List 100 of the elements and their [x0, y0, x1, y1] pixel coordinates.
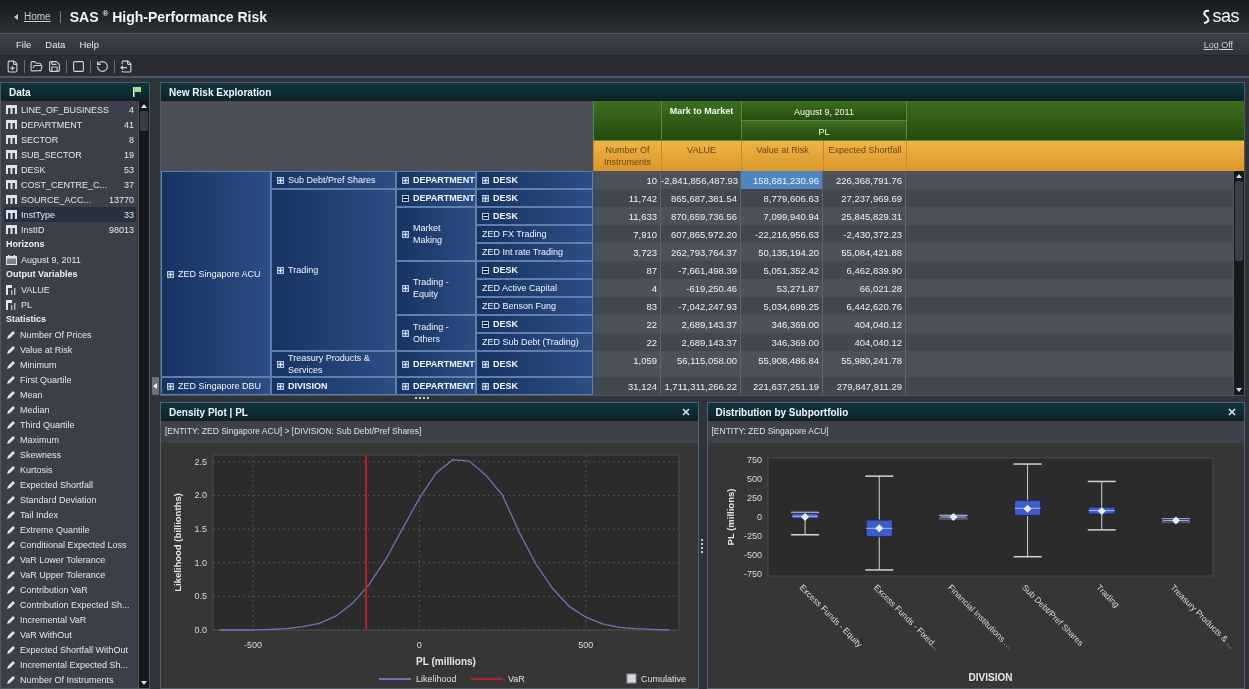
table-cell[interactable]: 2,689,143.37	[661, 333, 741, 351]
scrollbar[interactable]	[1233, 171, 1244, 395]
row-header-label[interactable]: DESK	[493, 192, 518, 204]
plus-box-icon[interactable]	[482, 360, 489, 368]
log-off-link[interactable]: Log Off	[1203, 39, 1233, 50]
field-row[interactable]: Number Of Prices	[4, 327, 136, 342]
table-cell[interactable]: 8,779,606.63	[741, 189, 823, 207]
table-cell[interactable]: 87	[593, 261, 661, 279]
field-row[interactable]: COST_CENTRE_C... 37	[4, 177, 136, 192]
minus-box-icon[interactable]	[482, 320, 489, 328]
table-cell[interactable]: 870,659,736.56	[661, 207, 741, 225]
field-row[interactable]: Expected Shortfall	[4, 477, 136, 492]
file-arrow-icon[interactable]	[120, 59, 133, 73]
row-header-label[interactable]: Trading - Others	[413, 321, 471, 345]
table-cell[interactable]: 4	[593, 279, 661, 297]
field-row[interactable]: Contribution Expected Sh...	[4, 597, 136, 612]
row-header-label[interactable]: Treasury Products & Services	[288, 352, 391, 376]
table-cell[interactable]: 5,034,699.25	[741, 297, 823, 315]
field-row[interactable]: Expected Shortfall WithOut	[4, 642, 136, 657]
field-row[interactable]: First Quartile	[4, 372, 136, 387]
field-row[interactable]: Incremental Expected Sh...	[4, 657, 136, 672]
field-row[interactable]: DESK 53	[4, 162, 136, 177]
row-header-label[interactable]: Sub Debt/Pref Shares	[288, 174, 376, 186]
field-row[interactable]: VaR Upper Tolerance	[4, 567, 136, 582]
plus-box-icon[interactable]	[402, 382, 409, 390]
row-header-label[interactable]: ZED Sub Debt (Trading)	[482, 336, 579, 348]
row-header-label[interactable]: DESK	[493, 358, 518, 370]
home-link[interactable]: Home	[24, 11, 51, 22]
field-row[interactable]: Contribution VaR	[4, 582, 136, 597]
table-cell[interactable]: 2,689,143.37	[661, 315, 741, 333]
table-cell[interactable]: 1,711,311,266.22	[661, 377, 741, 395]
row-header-label[interactable]: DEPARTMENT	[413, 174, 475, 186]
plus-box-icon[interactable]	[402, 284, 409, 292]
plus-box-icon[interactable]	[402, 360, 409, 368]
rotate-icon[interactable]	[96, 59, 109, 73]
menu-item[interactable]: Data	[45, 39, 66, 50]
scrollbar[interactable]	[138, 101, 149, 688]
table-cell[interactable]: 279,847,911.29	[823, 377, 906, 395]
table-cell[interactable]: 83	[593, 297, 661, 315]
table-cell[interactable]: 3,723	[593, 243, 661, 261]
row-header-label[interactable]: DEPARTMENT	[413, 358, 475, 370]
plus-box-icon[interactable]	[482, 382, 489, 390]
row-header-label[interactable]: ZED Active Capital	[482, 282, 558, 294]
field-row[interactable]: VaR WithOut	[4, 627, 136, 642]
plus-box-icon[interactable]	[277, 360, 284, 368]
cumulative-checkbox[interactable]: Cumulative	[626, 673, 687, 684]
row-header-label[interactable]: ZED Int rate Trading	[482, 246, 564, 258]
plus-box-icon[interactable]	[402, 176, 409, 184]
field-row[interactable]: Extreme Quantile	[4, 522, 136, 537]
column-header[interactable]: Value at Risk	[741, 141, 823, 171]
row-header-label[interactable]: DESK	[493, 174, 518, 186]
grip-icon[interactable]	[700, 538, 705, 553]
table-cell[interactable]: 346,369.00	[741, 315, 823, 333]
field-row[interactable]: SOURCE_ACC... 13770	[4, 192, 136, 207]
field-row[interactable]: Maximum	[4, 432, 136, 447]
field-row[interactable]: DEPARTMENT 41	[4, 117, 136, 132]
table-cell[interactable]: 11,633	[593, 207, 661, 225]
minus-box-icon[interactable]	[402, 194, 409, 202]
field-row[interactable]: SUB_SECTOR 19	[4, 147, 136, 162]
field-row[interactable]: LINE_OF_BUSINESS 4	[4, 102, 136, 117]
table-cell[interactable]: 5,051,352.42	[741, 261, 823, 279]
table-cell[interactable]: 11,742	[593, 189, 661, 207]
row-header-label[interactable]: ZED Singapore ACU	[178, 268, 261, 280]
field-row[interactable]: VaR Lower Tolerance	[4, 552, 136, 567]
plus-box-icon[interactable]	[277, 382, 284, 390]
table-cell[interactable]: -619,250.46	[661, 279, 741, 297]
table-cell[interactable]: 865,687,381.54	[661, 189, 741, 207]
table-cell[interactable]: 50,135,194.20	[741, 243, 823, 261]
menu-item[interactable]: Help	[79, 39, 99, 50]
table-cell[interactable]: 66,021.28	[823, 279, 906, 297]
table-cell[interactable]: 27,237,969.69	[823, 189, 906, 207]
plus-box-icon[interactable]	[277, 266, 284, 274]
table-cell[interactable]: 7,099,940.94	[741, 207, 823, 225]
table-cell[interactable]: 7,910	[593, 225, 661, 243]
row-header-label[interactable]: Trading - Equity	[413, 276, 471, 300]
field-row[interactable]: InstID 98013	[4, 222, 136, 237]
folder-icon[interactable]	[30, 59, 43, 73]
table-cell[interactable]: 262,793,764.37	[661, 243, 741, 261]
table-cell[interactable]: 221,637,251.19	[741, 377, 823, 395]
table-cell[interactable]: 53,271.87	[741, 279, 823, 297]
field-row[interactable]: Tail Index	[4, 507, 136, 522]
collapse-handle[interactable]	[151, 376, 159, 395]
table-cell[interactable]: 55,084,421.88	[823, 243, 906, 261]
field-row[interactable]: Kurtosis	[4, 462, 136, 477]
field-row[interactable]: Incremental VaR	[4, 612, 136, 627]
new-file-icon[interactable]	[6, 59, 19, 73]
menu-item[interactable]: File	[16, 39, 32, 50]
field-row[interactable]: Third Quartile	[4, 417, 136, 432]
field-row[interactable]: Minimum	[4, 357, 136, 372]
minus-box-icon[interactable]	[482, 266, 489, 274]
field-row[interactable]: VALUE	[4, 282, 136, 297]
field-row[interactable]: Standard Deviation	[4, 492, 136, 507]
field-row[interactable]: PL	[4, 297, 136, 312]
plus-box-icon[interactable]	[482, 194, 489, 202]
field-row[interactable]: Conditional Expected Loss	[4, 537, 136, 552]
field-row[interactable]: Median	[4, 402, 136, 417]
row-header-label[interactable]: ZED FX Trading	[482, 228, 547, 240]
table-cell[interactable]: 158,681,230.96	[741, 171, 823, 189]
table-cell[interactable]: -2,841,856,487.93	[661, 171, 741, 189]
column-header[interactable]: Number Of Instruments	[593, 141, 661, 171]
